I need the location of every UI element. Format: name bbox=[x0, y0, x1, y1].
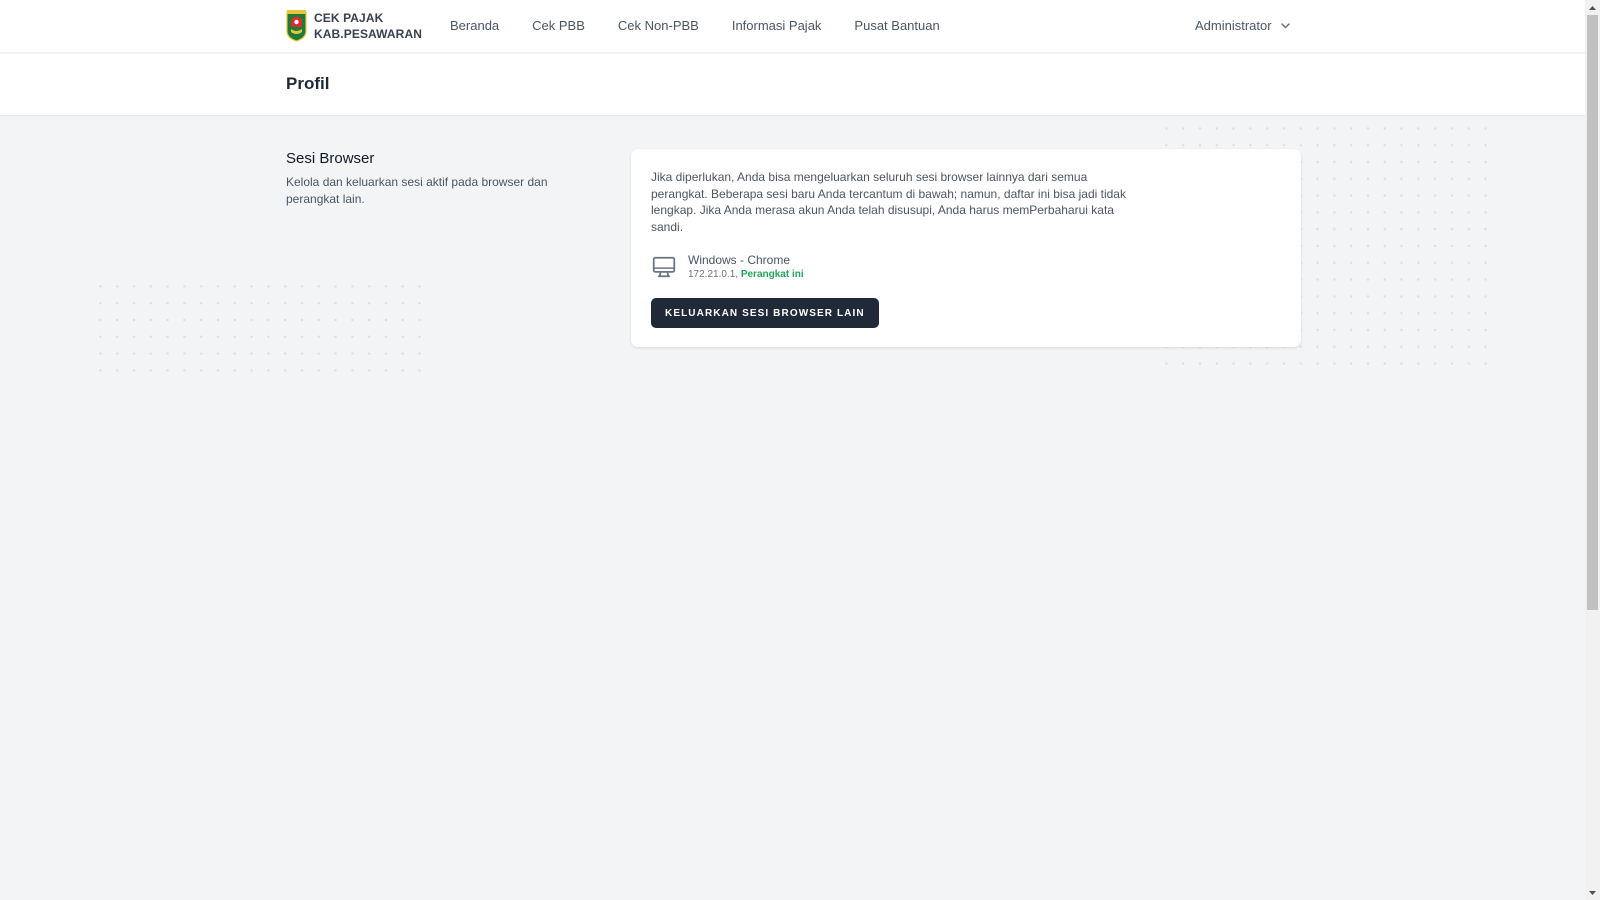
main-nav: Beranda Cek PBB Cek Non-PBB Informasi Pa… bbox=[450, 18, 973, 33]
session-device: Windows - Chrome bbox=[688, 253, 791, 267]
section-description: Kelola dan keluarkan sesi aktif pada bro… bbox=[286, 175, 548, 206]
dot-pattern-left bbox=[92, 278, 430, 382]
chevron-down-icon bbox=[1280, 22, 1290, 28]
nav-cek-pbb[interactable]: Cek PBB bbox=[532, 18, 585, 33]
monitor-icon bbox=[652, 256, 676, 278]
nav-beranda[interactable]: Beranda bbox=[450, 18, 499, 33]
scroll-up-arrow-icon[interactable] bbox=[1585, 0, 1600, 15]
logout-other-sessions-button[interactable]: KELUARKAN SESI BROWSER LAIN bbox=[651, 298, 879, 328]
browser-sessions-aside: Sesi Browser Kelola dan keluarkan sesi a… bbox=[286, 150, 586, 208]
session-current-label: Perangkat ini bbox=[740, 269, 804, 280]
nav-pusat-bantuan[interactable]: Pusat Bantuan bbox=[854, 18, 939, 33]
page-title: Profil bbox=[286, 74, 330, 93]
brand-line-1: CEK PAJAK bbox=[314, 10, 384, 25]
section-title: Sesi Browser bbox=[286, 150, 375, 167]
scroll-down-arrow-icon[interactable] bbox=[1585, 885, 1600, 900]
user-name: Administrator bbox=[1195, 18, 1272, 33]
pesawaran-crest-logo bbox=[286, 10, 307, 42]
session-meta: 172.21.0.1, Perangkat ini bbox=[688, 268, 804, 282]
nav-informasi-pajak[interactable]: Informasi Pajak bbox=[732, 18, 822, 33]
nav-cek-non-pbb[interactable]: Cek Non-PBB bbox=[618, 18, 699, 33]
session-item: Windows - Chrome 172.21.0.1, Perangkat i… bbox=[651, 252, 804, 282]
session-ip: 172.21.0.1, bbox=[688, 269, 739, 280]
browser-sessions-card: Jika diperlukan, Anda bisa mengeluarkan … bbox=[631, 149, 1301, 347]
scrollbar-thumb[interactable] bbox=[1587, 15, 1598, 610]
sessions-info-text: Jika diperlukan, Anda bisa mengeluarkan … bbox=[651, 170, 1126, 234]
top-navbar: CEK PAJAK KAB.PESAWARAN Beranda Cek PBB … bbox=[0, 0, 1585, 53]
brand-line-2: KAB.PESAWARAN bbox=[314, 26, 422, 41]
page-header: Profil bbox=[0, 54, 1585, 115]
user-menu-button[interactable]: Administrator bbox=[1195, 18, 1290, 33]
brand[interactable]: CEK PAJAK KAB.PESAWARAN bbox=[286, 9, 422, 42]
vertical-scrollbar[interactable] bbox=[1585, 0, 1600, 900]
